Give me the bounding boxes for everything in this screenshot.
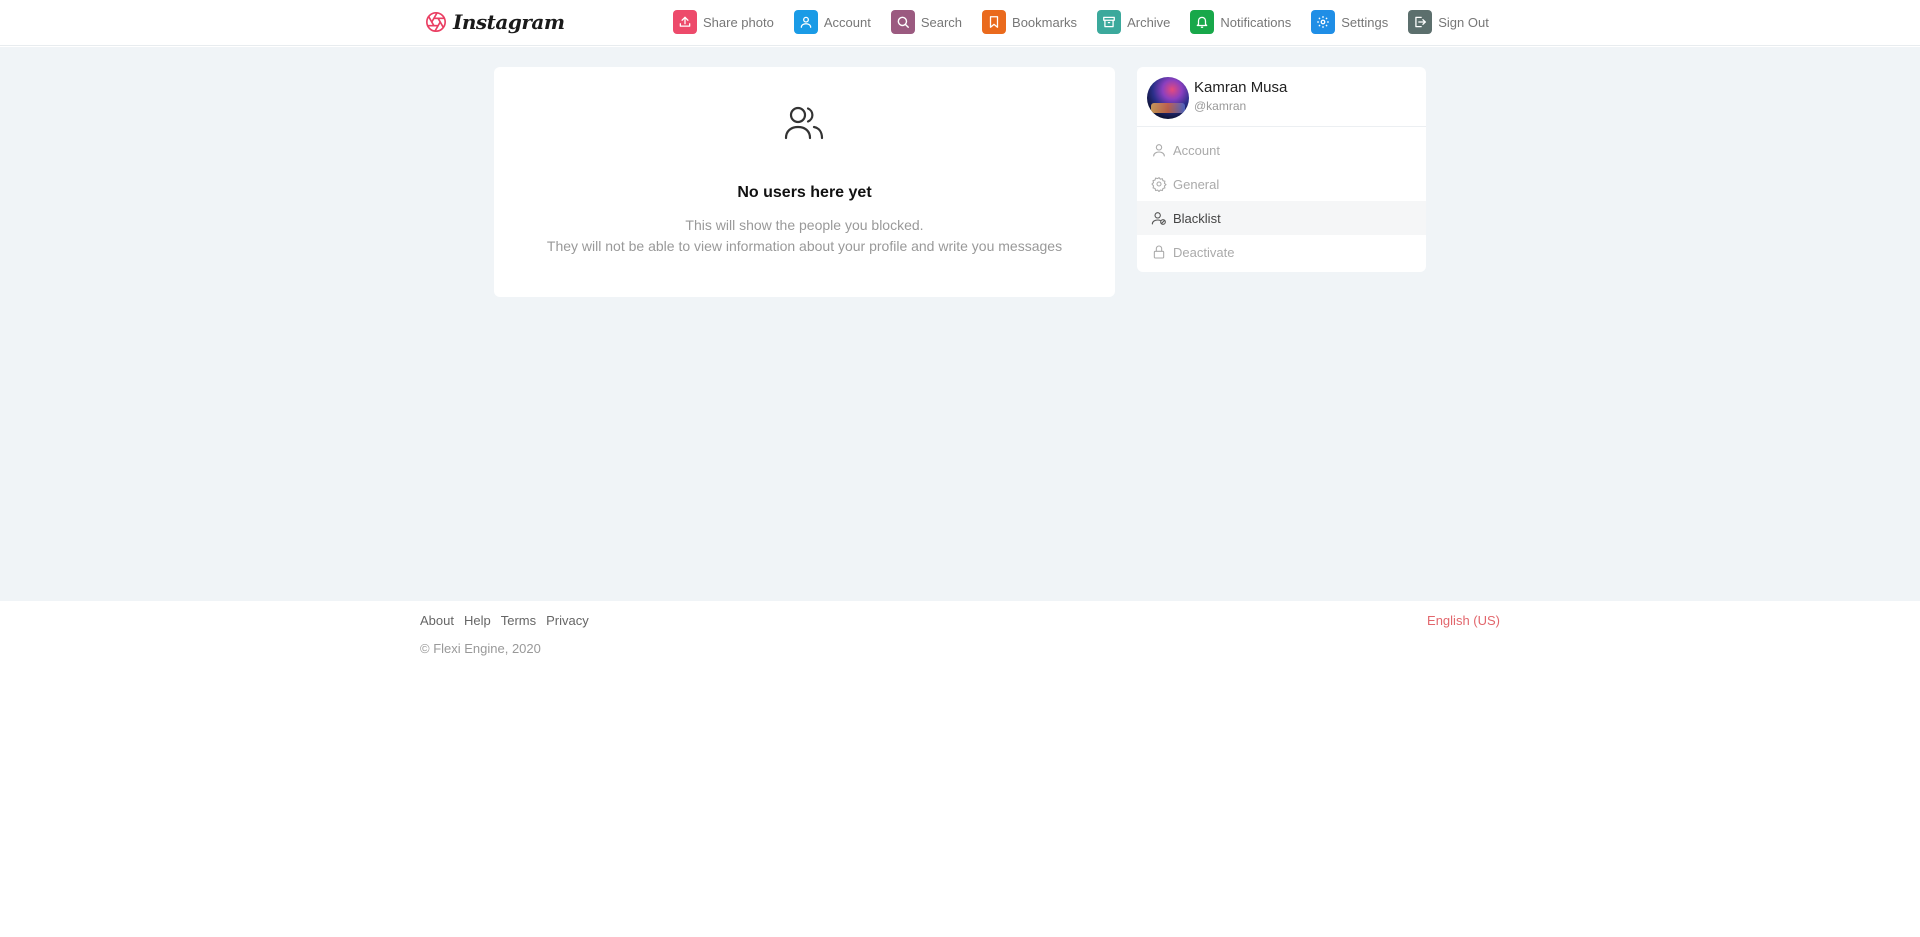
empty-state-description: This will show the people you blocked. T… [544,215,1065,257]
copyright: © Flexi Engine, 2020 [420,641,541,656]
empty-state-title: No users here yet [737,184,872,201]
nav-label: Archive [1127,14,1171,30]
sidebar-item-label: Deactivate [1173,244,1235,260]
empty-state-line: They will not be able to view informatio… [546,238,1063,254]
nav-label: Notifications [1220,14,1292,30]
logo[interactable]: Instagram [425,9,565,35]
nav-notifications[interactable]: Notifications [1190,10,1291,34]
main-content: No users here yet This will show the peo… [0,47,1920,601]
settings-sidebar: Kamran Musa @kamran Account General Blac… [1137,67,1426,272]
nav-label: Account [823,14,871,30]
sidebar-item-label: General [1173,176,1220,192]
nav-search[interactable]: Search [890,10,963,34]
language-selector[interactable]: English (US) [1427,613,1500,628]
sidebar-item-general[interactable]: General [1137,167,1426,201]
bookmark-icon [982,10,1007,34]
footer-link-terms[interactable]: Terms [501,613,536,628]
nav-label: Share photo [703,14,774,30]
user-block-icon [1151,212,1166,225]
archive-icon [1097,10,1122,34]
camera-aperture-icon [426,12,446,32]
search-icon [890,10,915,34]
upload-icon [673,10,697,34]
footer: About Help Terms Privacy © Flexi Engine,… [0,601,1920,937]
profile-summary[interactable]: Kamran Musa @kamran [1137,67,1426,127]
main-nav: Share photo Account Search Bookmarks Arc… [673,9,1489,35]
avatar[interactable] [1147,77,1189,119]
top-header: Instagram Share photo Account Search Boo… [0,0,1920,46]
gear-icon [1151,176,1167,192]
empty-state-card: No users here yet This will show the peo… [494,67,1115,297]
profile-handle: @kamran [1194,99,1247,113]
bell-icon [1190,10,1215,34]
profile-name: Kamran Musa [1194,79,1288,96]
sidebar-item-label: Blacklist [1173,210,1221,226]
logo-text: Instagram [453,10,565,34]
user-icon [1153,144,1165,157]
sign-out-icon [1408,10,1433,34]
empty-state-line: This will show the people you blocked. [685,217,924,233]
nav-share-photo[interactable]: Share photo [673,10,774,34]
nav-label: Bookmarks [1012,14,1078,30]
nav-account[interactable]: Account [793,10,871,34]
nav-sign-out[interactable]: Sign Out [1408,10,1489,34]
footer-link-help[interactable]: Help [464,613,491,628]
users-icon [784,106,824,140]
sidebar-item-label: Account [1173,142,1220,158]
user-icon [793,10,818,34]
lock-icon [1153,245,1165,259]
footer-link-privacy[interactable]: Privacy [546,613,589,628]
sidebar-item-account[interactable]: Account [1137,133,1426,167]
nav-label: Settings [1341,14,1389,30]
nav-label: Search [920,14,963,30]
nav-archive[interactable]: Archive [1097,10,1170,34]
nav-bookmarks[interactable]: Bookmarks [982,10,1077,34]
footer-link-about[interactable]: About [420,613,454,628]
nav-label: Sign Out [1438,14,1489,30]
gear-icon [1311,10,1336,34]
sidebar-item-blacklist[interactable]: Blacklist [1137,201,1426,235]
footer-links: About Help Terms Privacy [420,613,589,628]
sidebar-item-deactivate[interactable]: Deactivate [1137,235,1426,269]
nav-settings[interactable]: Settings [1311,10,1388,34]
